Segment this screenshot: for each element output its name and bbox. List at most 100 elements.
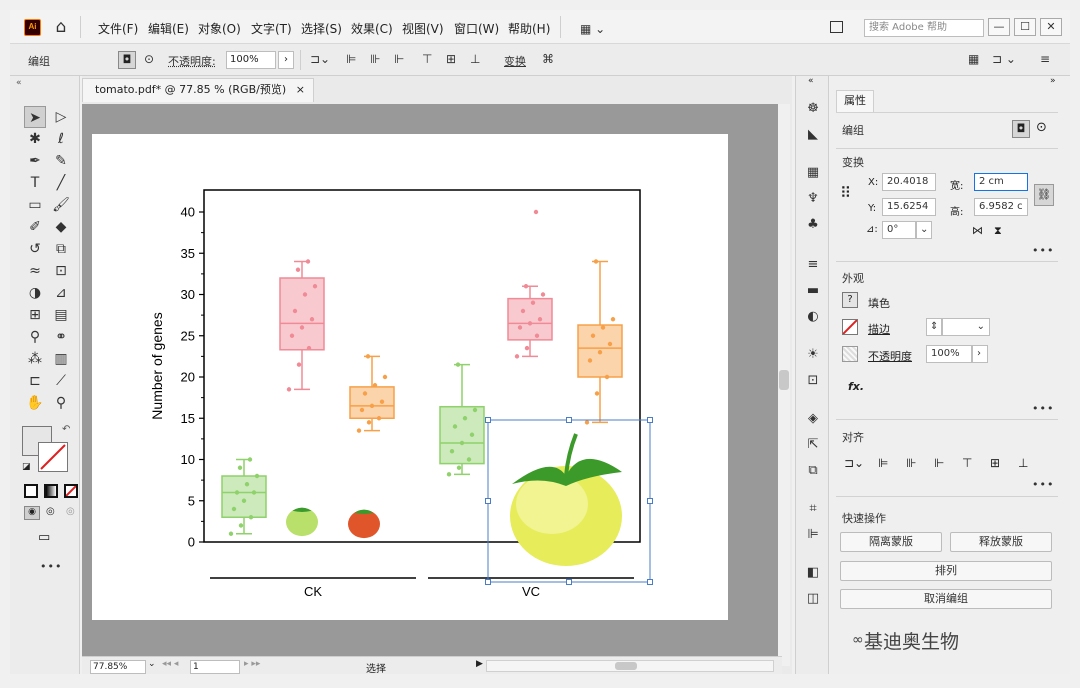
- edit-contents-icon[interactable]: ⊙: [1036, 120, 1047, 135]
- selection-handle[interactable]: [647, 579, 653, 585]
- collapse-strip-icon[interactable]: «: [808, 76, 814, 86]
- gradient-tool-icon[interactable]: ▤: [50, 304, 72, 326]
- y-position-field[interactable]: 15.6254: [882, 198, 936, 216]
- ungroup-button[interactable]: 取消编组: [840, 589, 1052, 609]
- curvature-tool-icon[interactable]: ✎: [50, 150, 72, 172]
- align-panel-icon[interactable]: ⊫: [804, 526, 822, 544]
- edit-clip-icon[interactable]: ◘: [1012, 120, 1030, 138]
- scale-tool-icon[interactable]: ⧉: [50, 238, 72, 260]
- artboard-number-input[interactable]: 1: [190, 660, 240, 674]
- stroke-weight-dropdown[interactable]: ⌄: [942, 318, 990, 336]
- symbols-icon[interactable]: ♣: [804, 216, 822, 234]
- box-plot-chart[interactable]: 0 5 10 15 20 25 30 35 40 Number of genes CK VC: [82, 104, 782, 664]
- align-right-icon[interactable]: ⊩: [934, 456, 944, 470]
- perspective-grid-tool-icon[interactable]: ⊿: [50, 282, 72, 304]
- selection-handle[interactable]: [566, 579, 572, 585]
- maximize-button[interactable]: ☐: [1014, 18, 1036, 36]
- menu-view[interactable]: 视图(V): [402, 20, 444, 37]
- appearance-panel-icon[interactable]: ☀: [804, 346, 822, 364]
- align-hcenter-icon[interactable]: ⊪: [906, 456, 916, 470]
- menu-type[interactable]: 文字(T): [251, 20, 292, 37]
- height-field[interactable]: 6.9582 c: [974, 198, 1028, 216]
- eraser-tool-icon[interactable]: ◆: [50, 216, 72, 238]
- vertical-scrollbar[interactable]: [778, 104, 790, 666]
- panel-layout-icon[interactable]: [830, 21, 843, 33]
- swatches-icon[interactable]: ▦: [804, 164, 822, 182]
- stroke-swatch-icon[interactable]: [842, 319, 858, 335]
- opacity-arrow-icon[interactable]: ›: [278, 51, 294, 69]
- zoom-dropdown-icon[interactable]: ⌄: [148, 659, 156, 669]
- align-top-icon[interactable]: ⊤: [962, 456, 972, 470]
- selection-handle[interactable]: [485, 579, 491, 585]
- tab-properties[interactable]: 属性: [836, 90, 874, 112]
- width-tool-icon[interactable]: ≈: [24, 260, 46, 282]
- graphic-styles-icon[interactable]: ⊡: [804, 372, 822, 390]
- pen-tool-icon[interactable]: ✒: [24, 150, 46, 172]
- type-tool-icon[interactable]: T: [24, 172, 46, 194]
- document-tab[interactable]: tomato.pdf* @ 77.85 % (RGB/预览) ×: [82, 78, 314, 102]
- libraries-icon[interactable]: ◣: [804, 126, 822, 144]
- menu-edit[interactable]: 编辑(E): [148, 20, 189, 37]
- draw-inside-icon[interactable]: ◎: [66, 506, 75, 517]
- opacity-input[interactable]: 100%: [226, 51, 276, 69]
- isolate-mask-button[interactable]: 隔离蒙版: [840, 532, 942, 552]
- selection-tool-icon[interactable]: ➤: [24, 106, 46, 128]
- stroke-swatch[interactable]: [38, 442, 68, 472]
- close-tab-icon[interactable]: ×: [296, 79, 305, 101]
- menu-window[interactable]: 窗口(W): [454, 20, 499, 37]
- rectangle-tool-icon[interactable]: ▭: [24, 194, 46, 216]
- arrange-docs-icon[interactable]: ▦: [968, 52, 979, 66]
- constrain-proportions-icon[interactable]: ⛓: [1034, 184, 1054, 206]
- align-hcenter-icon[interactable]: ⊪: [370, 52, 380, 66]
- lasso-tool-icon[interactable]: ℓ: [50, 128, 72, 150]
- edit-contents-icon[interactable]: ⊙: [144, 52, 154, 66]
- effects-icon[interactable]: fx.: [848, 380, 864, 393]
- hand-tool-icon[interactable]: ✋: [24, 392, 46, 414]
- menu-select[interactable]: 选择(S): [301, 20, 342, 37]
- workspace-switcher-icon[interactable]: ▦ ⌄: [580, 22, 605, 36]
- menu-object[interactable]: 对象(O): [198, 20, 241, 37]
- mesh-tool-icon[interactable]: ⊞: [24, 304, 46, 326]
- selection-handle[interactable]: [485, 498, 491, 504]
- paintbrush-tool-icon[interactable]: 🖌: [50, 194, 72, 216]
- help-search-input[interactable]: 搜索 Adobe 帮助: [864, 19, 984, 37]
- stroke-label[interactable]: 描边: [868, 321, 890, 337]
- draw-behind-icon[interactable]: ◎: [46, 506, 55, 517]
- direct-selection-tool-icon[interactable]: ▷: [50, 106, 72, 128]
- menu-file[interactable]: 文件(F): [98, 20, 138, 37]
- magic-wand-tool-icon[interactable]: ✱: [24, 128, 46, 150]
- free-transform-tool-icon[interactable]: ⊡: [50, 260, 72, 282]
- stroke-panel-icon[interactable]: ≡: [804, 256, 822, 274]
- stroke-stepper-icon[interactable]: ⇕: [926, 318, 942, 336]
- transform-panel-icon[interactable]: ⌗: [804, 500, 822, 518]
- align-to-icon[interactable]: ⊐⌄: [310, 52, 330, 66]
- selection-handle[interactable]: [647, 498, 653, 504]
- panel-menu-icon[interactable]: ≡: [1040, 52, 1050, 66]
- x-position-field[interactable]: 20.4018: [882, 173, 936, 191]
- expand-panel-icon[interactable]: »: [1050, 76, 1056, 86]
- gradient-panel-icon[interactable]: ▬: [804, 282, 822, 300]
- none-mode-icon[interactable]: [64, 484, 78, 498]
- eyedropper-tool-icon[interactable]: ⚲: [24, 326, 46, 348]
- default-colors-icon[interactable]: ◪: [22, 462, 31, 472]
- arrange-button[interactable]: 排列: [840, 561, 1052, 581]
- flip-horizontal-icon[interactable]: ⋈: [972, 224, 983, 237]
- align-vcenter-icon[interactable]: ⊞: [446, 52, 456, 66]
- opacity-field[interactable]: 100%: [926, 345, 972, 363]
- symbol-sprayer-tool-icon[interactable]: ⁂: [24, 348, 46, 370]
- minimize-button[interactable]: —: [988, 18, 1010, 36]
- zoom-tool-icon[interactable]: ⚲: [50, 392, 72, 414]
- first-artboard-icon[interactable]: ◂◂ ◂: [162, 659, 178, 669]
- flip-vertical-icon[interactable]: ⧗: [994, 224, 1002, 238]
- draw-normal-icon[interactable]: ◉: [24, 506, 40, 520]
- horizontal-scrollbar[interactable]: [486, 660, 774, 672]
- shape-builder-tool-icon[interactable]: ◑: [24, 282, 46, 304]
- align-to-icon[interactable]: ⊐⌄: [844, 456, 864, 470]
- transparency-panel-icon[interactable]: ◐: [804, 308, 822, 326]
- isolate-icon[interactable]: ⊐ ⌄: [992, 52, 1016, 66]
- release-mask-button[interactable]: 释放蒙版: [950, 532, 1052, 552]
- fill-swatch-icon[interactable]: ?: [842, 292, 858, 308]
- edit-toolbar-icon[interactable]: •••: [40, 560, 62, 573]
- transform-link[interactable]: 变换: [504, 53, 526, 69]
- align-bottom-icon[interactable]: ⊥: [1018, 456, 1028, 470]
